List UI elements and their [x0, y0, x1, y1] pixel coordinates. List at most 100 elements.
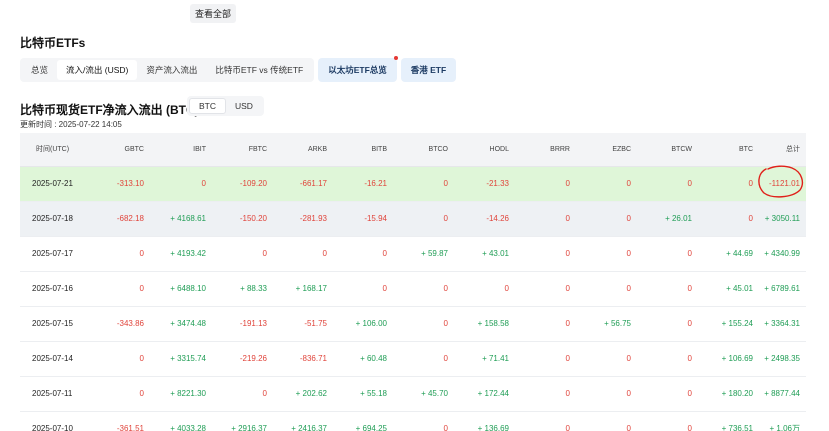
table-row[interactable]: 2025-07-11 0 + 8221.30 0 + 202.62 + 55.18 + 45…: [20, 376, 806, 412]
flow-cell: 0: [273, 236, 333, 272]
primary-tab-group: 总览 流入/流出 (USD) 资产流入流出 比特币ETF vs 传统ETF: [20, 58, 315, 82]
flow-cell: 0: [393, 306, 454, 342]
unit-usd-button[interactable]: USD: [226, 98, 262, 114]
flow-cell: + 3050.11: [759, 201, 806, 237]
flow-cell: 0: [637, 306, 698, 342]
flow-cell: + 202.62: [273, 376, 333, 412]
date-cell: 2025-07-21: [20, 166, 90, 202]
page-title: 比特币现货ETF净流入流出 (BTC): [20, 103, 199, 117]
flow-cell: + 155.24: [698, 306, 759, 342]
flow-cell: + 45.01: [698, 271, 759, 307]
column-header: BTC: [698, 133, 759, 167]
flow-cell: 0: [576, 376, 637, 412]
flow-cell: -16.21: [333, 166, 393, 202]
flow-cell: 0: [393, 166, 454, 202]
flow-cell: -682.18: [90, 201, 150, 237]
date-cell: 2025-07-10: [20, 411, 90, 431]
flow-cell: 0: [515, 341, 576, 377]
date-cell: 2025-07-16: [20, 271, 90, 307]
table-row[interactable]: 2025-07-18 -682.18 + 4168.61 -150.20 -281.93…: [20, 201, 806, 237]
flow-cell: 0: [212, 236, 273, 272]
updated-time: 更新时间 : 2025-07-22 14:05: [20, 120, 122, 129]
date-cell: 2025-07-14: [20, 341, 90, 377]
table-row[interactable]: 2025-07-14 0 + 3315.74 -219.26 -836.71 + 60.4…: [20, 341, 806, 377]
flow-cell: -836.71: [273, 341, 333, 377]
flow-cell: 0: [576, 411, 637, 431]
flow-cell: 0: [576, 271, 637, 307]
flow-cell: 0: [90, 341, 150, 377]
flow-cell: 0: [90, 376, 150, 412]
etf-tabs: 总览 流入/流出 (USD) 资产流入流出 比特币ETF vs 传统ETF 以太…: [20, 56, 457, 82]
table-row[interactable]: 2025-07-15 -343.86 + 3474.48 -191.13 -51.75 +…: [20, 306, 806, 342]
column-header: GBTC: [90, 133, 150, 167]
flow-cell: 0: [637, 271, 698, 307]
flow-cell: -14.26: [454, 201, 515, 237]
table-row[interactable]: 2025-07-21 -313.10 0 -109.20 -661.17 -16.21 0-…: [20, 166, 806, 202]
flow-cell: -150.20: [212, 201, 273, 237]
flow-cell: + 59.87: [393, 236, 454, 272]
flow-cell: 0: [515, 271, 576, 307]
flow-cell: + 4193.42: [150, 236, 212, 272]
flow-cell: + 2498.35: [759, 341, 806, 377]
flow-cell: + 158.58: [454, 306, 515, 342]
column-header: BTCW: [637, 133, 698, 167]
tab-eth-etf-overview[interactable]: 以太坊ETF总览: [318, 56, 398, 82]
flow-cell: + 26.01: [637, 201, 698, 237]
flow-cell: 0: [454, 271, 515, 307]
flow-cell: + 694.25: [333, 411, 393, 431]
unit-btc-button[interactable]: BTC: [189, 98, 226, 114]
flow-cell: 0: [576, 341, 637, 377]
flow-cell: + 6789.61: [759, 271, 806, 307]
flow-cell: + 55.18: [333, 376, 393, 412]
tab-asset-flows[interactable]: 资产流入流出: [137, 60, 206, 80]
tab-btc-vs-traditional[interactable]: 比特币ETF vs 传统ETF: [206, 60, 312, 80]
column-header: BTCO: [393, 133, 454, 167]
column-header: IBIT: [150, 133, 212, 167]
column-header: HODL: [454, 133, 515, 167]
etf-flow-table: 时间(UTC) GBTC IBIT FBTC ARKB BITB BTCO HODL BRRR E…: [20, 133, 806, 431]
flow-cell: 0: [576, 166, 637, 202]
view-all-button[interactable]: 查看全部: [190, 4, 236, 23]
table-row[interactable]: 2025-07-17 0 + 4193.42 0 0 0 + 59.87 + 43.01 0 0 0…: [20, 236, 806, 272]
date-cell: 2025-07-11: [20, 376, 90, 412]
flow-cell: -661.17: [273, 166, 333, 202]
flow-cell: + 8221.30: [150, 376, 212, 412]
flow-cell: 0: [90, 236, 150, 272]
flow-cell: 0: [637, 411, 698, 431]
column-header: BRRR: [515, 133, 576, 167]
tab-flows-usd[interactable]: 流入/流出 (USD): [57, 60, 138, 80]
flow-cell: 0: [90, 271, 150, 307]
section-title: 比特币ETFs: [20, 36, 86, 50]
flow-cell: 0: [515, 411, 576, 431]
flow-cell: + 3364.31: [759, 306, 806, 342]
tab-overview[interactable]: 总览: [22, 60, 57, 80]
flow-cell: + 6488.10: [150, 271, 212, 307]
date-cell: 2025-07-15: [20, 306, 90, 342]
flow-cell: + 2916.37: [212, 411, 273, 431]
flow-cell: + 106.00: [333, 306, 393, 342]
unit-toggle: BTC USD: [187, 96, 264, 116]
flow-cell: + 180.20: [698, 376, 759, 412]
flow-cell: + 8877.44: [759, 376, 806, 412]
flow-cell: + 1.06万: [759, 411, 806, 431]
flow-cell: -343.86: [90, 306, 150, 342]
flow-cell: 0: [698, 201, 759, 237]
column-header: 时间(UTC): [20, 133, 90, 167]
flow-cell: + 2416.37: [273, 411, 333, 431]
tab-hk-etf[interactable]: 香港 ETF: [400, 58, 457, 82]
table-row[interactable]: 2025-07-10 -361.51 + 4033.28 + 2916.37 + 241…: [20, 411, 806, 431]
flow-cell: -21.33: [454, 166, 515, 202]
flow-cell: 0: [515, 306, 576, 342]
flow-cell: -191.13: [212, 306, 273, 342]
date-cell: 2025-07-18: [20, 201, 90, 237]
table-row[interactable]: 2025-07-16 0 + 6488.10 + 88.33 + 168.17 0 0 0 0 0…: [20, 271, 806, 307]
flow-cell: 0: [515, 236, 576, 272]
tab-eth-etf-label: 以太坊ETF总览: [328, 65, 387, 75]
flow-cell: + 4033.28: [150, 411, 212, 431]
flow-cell: 0: [212, 376, 273, 412]
flow-cell: 0: [637, 341, 698, 377]
flow-cell: + 168.17: [273, 271, 333, 307]
flow-cell: -51.75: [273, 306, 333, 342]
flow-cell: -281.93: [273, 201, 333, 237]
flow-cell: 0: [333, 271, 393, 307]
